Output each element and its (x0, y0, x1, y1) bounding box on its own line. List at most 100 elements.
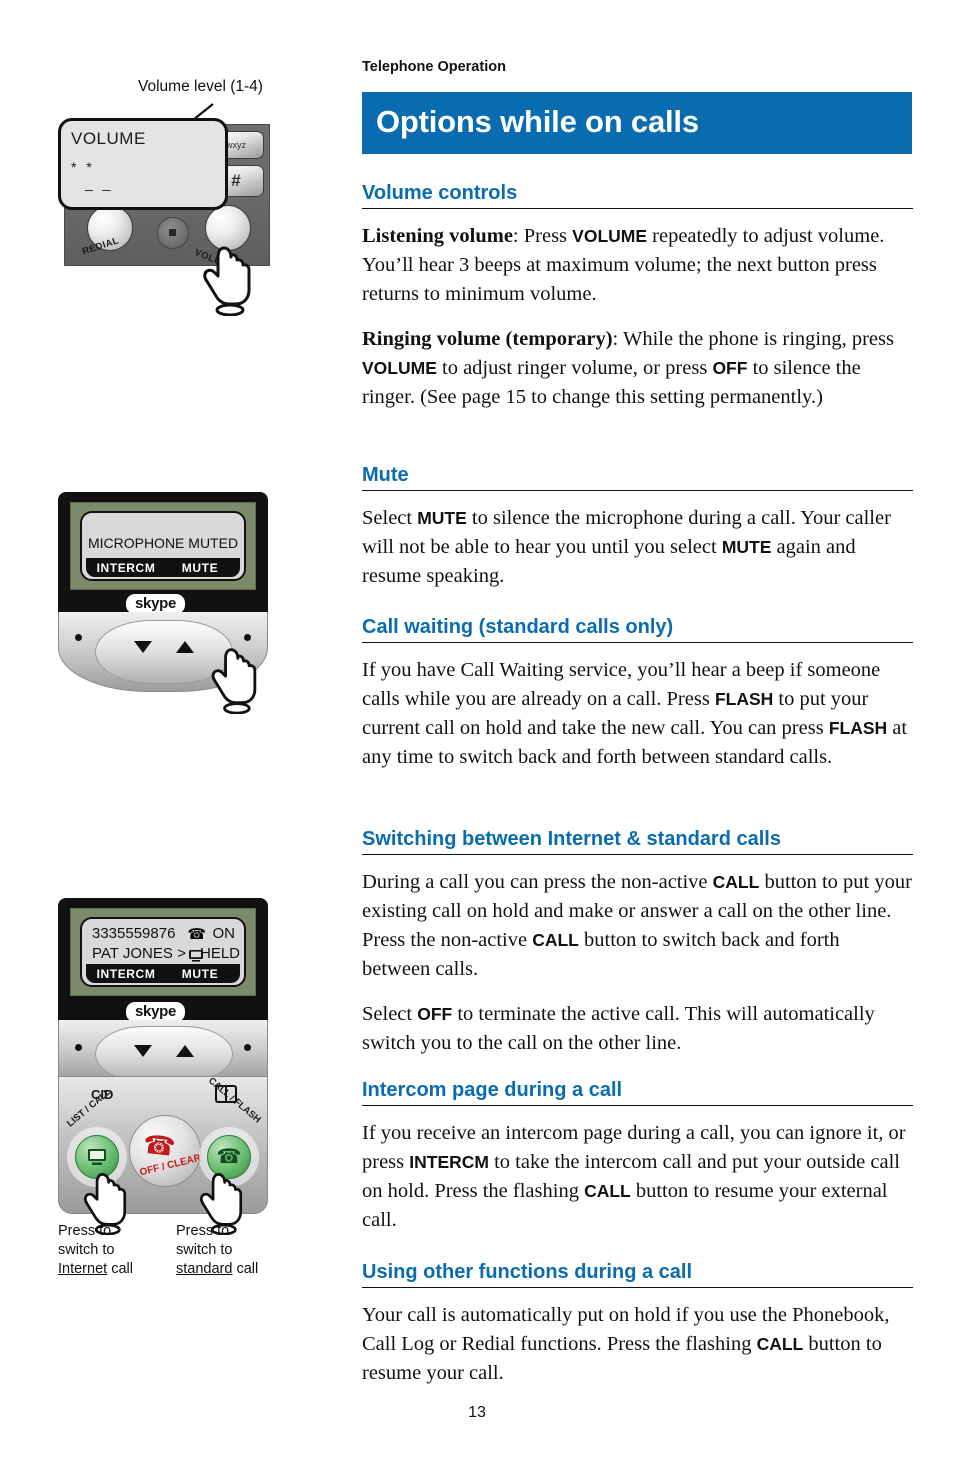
center-nav-button[interactable] (157, 217, 189, 249)
figure-volume-callout: Volume level (1-4) wxyz oper # REDIAL VO… (58, 72, 283, 316)
key-name: OFF (712, 358, 748, 378)
caption-line-1: Press to (58, 1223, 112, 1239)
monitor-icon (88, 1149, 106, 1165)
section-other-functions: Using other functions during a call Your… (362, 1261, 913, 1388)
lcd-frame: MICROPHONE MUTED INTERCM MUTE (70, 502, 256, 590)
nav-down-icon[interactable] (134, 641, 152, 653)
key-name: CALL (712, 872, 760, 892)
key-name: INTERCM (409, 1152, 489, 1172)
caption-line-2: switch to (58, 1242, 115, 1258)
section-heading: Using other functions during a call (362, 1261, 913, 1288)
volume-level-callout-label: Volume level (1-4) (138, 78, 263, 95)
off-clear-button[interactable]: ☎ OFF / CLEAR (129, 1115, 202, 1187)
section-heading: Intercom page during a call (362, 1079, 913, 1106)
caption-line-1: Press to (176, 1223, 230, 1239)
caption-internet-call: Press to switch to Internet call (58, 1222, 168, 1279)
volume-display-callout: VOLUME * * _ _ (58, 118, 228, 210)
paragraph-text: During a call you can press the non-acti… (362, 871, 713, 893)
caption-line-2: switch to (176, 1242, 233, 1258)
lower-keypad-area: CID ☎ OFF / CLEAR LIST / CALL CALL / FLA… (58, 1075, 268, 1235)
figure-call-held: 3335559876 ☎ ON PAT JONES > HELD INTERCM… (58, 898, 283, 1235)
caption-line-3-rest: call (107, 1261, 133, 1277)
key-name: VOLUME (572, 226, 648, 246)
lcd-status-text: MICROPHONE MUTED (87, 535, 239, 551)
green-handset-icon: ☎ (216, 1146, 242, 1168)
section-call-waiting: Call waiting (standard calls only) If yo… (362, 616, 913, 772)
figure-microphone-muted: MICROPHONE MUTED INTERCM MUTE skype (58, 492, 283, 714)
handset-top-shell: MICROPHONE MUTED INTERCM MUTE skype (58, 492, 268, 616)
callout-line-volume: VOLUME (71, 129, 146, 148)
section-mute: Mute Select MUTE to silence the micropho… (362, 464, 913, 591)
nav-down-icon[interactable] (134, 1045, 152, 1057)
key-name: OFF (417, 1004, 453, 1024)
paragraph: Ringing volume (temporary): While the ph… (362, 325, 913, 412)
lcd-softkey-row: INTERCM MUTE (86, 558, 240, 577)
nav-up-icon[interactable] (176, 641, 194, 653)
key-name: FLASH (828, 718, 888, 738)
callout-line-dashes: _ _ (85, 175, 114, 191)
section-intercom-page: Intercom page during a call If you recei… (362, 1079, 913, 1235)
softkey-intercm[interactable]: INTERCM (86, 558, 166, 577)
key-name: CALL (584, 1181, 631, 1201)
pointing-hand-icon (203, 246, 251, 316)
figure-column: Volume level (1-4) wxyz oper # REDIAL VO… (0, 0, 340, 1475)
left-soft-dot[interactable] (75, 634, 82, 641)
section-heading: Switching between Internet & standard ca… (362, 828, 913, 855)
handset-top-shell: 3335559876 ☎ ON PAT JONES > HELD INTERCM… (58, 898, 268, 1024)
paragraph-text: Select (362, 507, 418, 529)
lcd-held-prefix: > (177, 945, 186, 962)
lcd-caller-number: 3335559876 (92, 925, 176, 942)
nav-up-icon[interactable] (176, 1045, 194, 1057)
paragraph-text: Select (362, 1003, 418, 1025)
key-name: CALL (756, 1334, 804, 1354)
softkey-intercm[interactable]: INTERCM (86, 964, 166, 983)
softkey-mute[interactable]: MUTE (160, 558, 240, 577)
paragraph-lead: Ringing volume (temporary) (362, 328, 613, 350)
paragraph: If you receive an intercom page during a… (362, 1119, 913, 1235)
section-heading: Volume controls (362, 182, 913, 209)
paragraph-text: : Press (512, 225, 573, 247)
page-title: Options while on calls (376, 104, 699, 139)
caption-line-3-rest: call (232, 1261, 259, 1277)
right-soft-dot[interactable] (244, 1044, 251, 1051)
paragraph: Your call is automatically put on hold i… (362, 1301, 913, 1388)
lcd-line-status-held: HELD (199, 945, 240, 962)
page-number: 13 (468, 1404, 486, 1421)
lcd-line-status-on: ON (212, 925, 236, 942)
caption-line-3: Internet call (58, 1260, 168, 1279)
key-name: FLASH (714, 689, 774, 709)
chapter-banner: Options while on calls (362, 92, 912, 154)
section-heading: Call waiting (standard calls only) (362, 616, 913, 643)
manual-page: Volume level (1-4) wxyz oper # REDIAL VO… (0, 0, 954, 1475)
running-head: Telephone Operation (362, 59, 506, 75)
softkey-mute[interactable]: MUTE (160, 964, 240, 983)
caption-underlined-word: standard (176, 1261, 233, 1277)
list-call-label: LIST / CALL (65, 1086, 114, 1130)
paragraph: Select MUTE to silence the microphone du… (362, 504, 913, 591)
lcd-frame: 3335559876 ☎ ON PAT JONES > HELD INTERCM… (70, 908, 256, 996)
lcd-screen: MICROPHONE MUTED INTERCM MUTE (80, 511, 246, 581)
paragraph-text: : While the phone is ringing, press (612, 328, 894, 350)
left-soft-dot[interactable] (75, 1044, 82, 1051)
section-switching: Switching between Internet & standard ca… (362, 828, 913, 1058)
paragraph-lead: Listening volume (362, 225, 513, 247)
lcd-caller-name: PAT JONES (92, 945, 173, 962)
callout-line-stars: * * (71, 159, 95, 175)
navigation-ring[interactable] (95, 1026, 233, 1082)
lcd-softkey-row: INTERCM MUTE (86, 964, 240, 983)
navigation-pad-area (58, 1020, 268, 1082)
paragraph: Listening volume: Press VOLUME repeatedl… (362, 222, 913, 309)
caption-line-3: standard call (176, 1260, 296, 1279)
paragraph-text: to adjust ringer volume, or press (436, 357, 713, 379)
paragraph: If you have Call Waiting service, you’ll… (362, 656, 913, 772)
right-soft-dot[interactable] (244, 634, 251, 641)
key-name: MUTE (417, 508, 467, 528)
paragraph: Select OFF to terminate the active call.… (362, 1000, 913, 1058)
section-volume-controls: Volume controls Listening volume: Press … (362, 182, 913, 412)
paragraph: During a call you can press the non-acti… (362, 868, 913, 984)
red-handset-icon: ☎ (141, 1129, 177, 1163)
key-name: CALL (532, 930, 579, 950)
caption-standard-call: Press to switch to standard call (176, 1222, 296, 1279)
key-name: VOLUME (362, 358, 437, 378)
key-name: MUTE (721, 537, 772, 557)
